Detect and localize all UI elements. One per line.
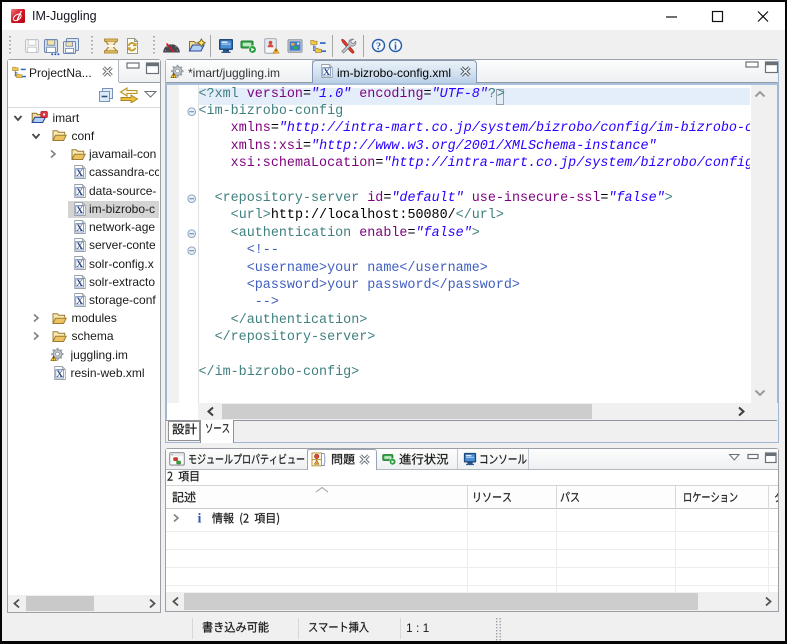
svg-text:X: X	[76, 169, 83, 179]
svg-text:!: !	[173, 73, 175, 78]
svg-text:X: X	[323, 68, 330, 78]
svg-text:X: X	[76, 224, 83, 234]
svg-text:i: i	[394, 41, 397, 52]
svg-text:X: X	[76, 297, 83, 307]
svg-text:i: i	[198, 512, 202, 526]
svg-text:X: X	[76, 242, 83, 252]
svg-text:X: X	[76, 260, 83, 270]
svg-text:X: X	[56, 370, 63, 380]
svg-text:?: ?	[376, 41, 381, 52]
svg-text:X: X	[76, 206, 83, 216]
svg-text:X: X	[76, 278, 83, 288]
svg-text:X: X	[76, 187, 83, 197]
svg-text:!: !	[53, 356, 55, 361]
